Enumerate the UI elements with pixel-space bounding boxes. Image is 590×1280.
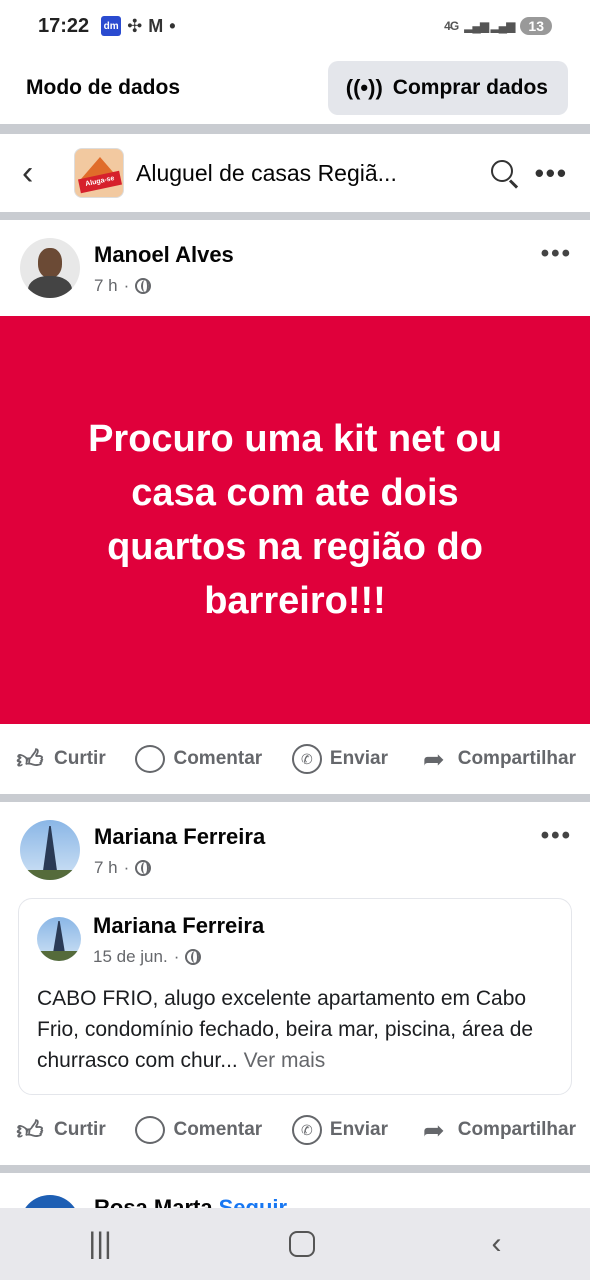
avatar[interactable] [37, 917, 81, 961]
divider [0, 1165, 590, 1173]
whatsapp-icon: ✆ [291, 744, 322, 774]
post-author[interactable]: Manoel Alves [94, 242, 541, 268]
share-arrow-icon: ➦ [422, 743, 445, 774]
share-button[interactable]: ➦ Compartilhar [418, 1115, 576, 1146]
shared-post-meta: Mariana Ferreira 15 de jun. · [93, 913, 264, 967]
post-card: Manoel Alves 7 h · ••• Procuro uma kit n… [0, 220, 590, 794]
group-title[interactable]: Aluguel de casas Regiã... [136, 160, 479, 187]
post-card: Mariana Ferreira 7 h · ••• Mariana Ferre… [0, 802, 590, 1165]
post-options-icon[interactable]: ••• [541, 822, 572, 850]
post-time[interactable]: 7 h [94, 858, 118, 878]
buy-data-button[interactable]: ((•)) Comprar dados [327, 61, 568, 115]
send-label: Enviar [329, 748, 388, 769]
comment-button[interactable]: Comentar [135, 1116, 262, 1144]
post-time-row: 7 h · [94, 858, 541, 878]
shared-post-text: CABO FRIO, alugo excelente apartamento e… [37, 983, 553, 1076]
thumbs-up-icon: 👍︎ [16, 743, 44, 774]
globe-icon [185, 949, 202, 965]
antenna-icon: ((•)) [345, 75, 383, 100]
thumbs-up-icon: 👍︎ [16, 1114, 44, 1145]
search-icon[interactable] [489, 158, 519, 189]
see-more-link[interactable]: Ver mais [244, 1049, 326, 1072]
like-label: Curtir [54, 748, 106, 769]
post-actions: 👍︎ Curtir Comentar ✆ Enviar ➦ Compartilh… [0, 1095, 590, 1165]
send-button[interactable]: ✆ Enviar [291, 1115, 388, 1145]
post-text-card[interactable]: Procuro uma kit net ou casa com ate dois… [0, 316, 590, 724]
post-time[interactable]: 7 h [94, 276, 118, 296]
share-label: Compartilhar [457, 1119, 576, 1140]
comment-icon [135, 1116, 166, 1144]
share-button[interactable]: ➦ Compartilhar [418, 744, 576, 775]
globe-icon [135, 278, 152, 294]
more-options-icon[interactable]: ••• [535, 158, 568, 189]
status-right: 4G ▂▄▆ ▂▄▆ 13 [444, 17, 552, 35]
notification-dot-icon: • [169, 15, 176, 36]
post-author[interactable]: Mariana Ferreira [94, 824, 541, 850]
comment-icon [135, 745, 166, 773]
send-button[interactable]: ✆ Enviar [291, 744, 388, 774]
comment-button[interactable]: Comentar [135, 745, 262, 773]
back-nav-icon[interactable]: ‹ [492, 1227, 502, 1261]
status-bar: 17:22 dm ✣ M • 4G ▂▄▆ ▂▄▆ 13 [0, 0, 590, 52]
like-label: Curtir [54, 1119, 106, 1140]
shared-post-time[interactable]: 15 de jun. [93, 947, 168, 967]
group-logo[interactable]: Aluga-se [74, 148, 124, 198]
like-button[interactable]: 👍︎ Curtir [14, 1114, 106, 1146]
recents-icon[interactable]: ||| [88, 1227, 111, 1261]
battery-level: 13 [520, 17, 552, 35]
globe-icon [135, 860, 152, 876]
pinwheel-icon: ✣ [127, 15, 143, 36]
post-header: Manoel Alves 7 h · ••• [0, 220, 590, 316]
comment-label: Comentar [173, 1119, 263, 1140]
divider [0, 794, 590, 802]
avatar[interactable] [20, 238, 80, 298]
group-header: ‹ Aluga-se Aluguel de casas Regiã... ••• [0, 134, 590, 220]
data-mode-label: Modo de dados [26, 76, 180, 99]
shared-post-time-row: 15 de jun. · [93, 947, 264, 967]
dm-icon: dm [101, 16, 122, 36]
buy-data-label: Comprar dados [392, 76, 548, 99]
post-card-partial: Rosa Marta Seguir [0, 1173, 590, 1213]
signal-icon: ▂▄▆ ▂▄▆ [464, 19, 515, 33]
comment-label: Comentar [173, 748, 263, 769]
data-mode-bar: Modo de dados ((•)) Comprar dados [0, 52, 590, 134]
system-nav-bar: ||| ‹ [0, 1208, 590, 1280]
post-options-icon[interactable]: ••• [541, 240, 572, 268]
notification-icons: dm ✣ M • [101, 15, 176, 37]
whatsapp-icon: ✆ [291, 1115, 322, 1145]
shared-post[interactable]: Mariana Ferreira 15 de jun. · CABO FRIO,… [18, 898, 572, 1095]
post-header: Mariana Ferreira 7 h · ••• [0, 802, 590, 898]
shared-post-header: Mariana Ferreira 15 de jun. · [37, 913, 553, 967]
like-button[interactable]: 👍︎ Curtir [14, 743, 106, 775]
home-icon[interactable] [288, 1231, 315, 1257]
back-icon[interactable]: ‹ [22, 156, 52, 190]
post-meta: Manoel Alves 7 h · [94, 238, 541, 296]
status-time: 17:22 [38, 14, 90, 37]
post-actions: 👍︎ Curtir Comentar ✆ Enviar ➦ Compartilh… [0, 724, 590, 794]
avatar[interactable] [20, 820, 80, 880]
network-label: 4G [444, 19, 459, 33]
share-label: Compartilhar [457, 748, 576, 769]
send-label: Enviar [329, 1119, 388, 1140]
post-meta: Mariana Ferreira 7 h · [94, 820, 541, 878]
group-logo-tag: Aluga-se [78, 170, 122, 194]
shared-post-author[interactable]: Mariana Ferreira [93, 913, 264, 939]
share-arrow-icon: ➦ [422, 1114, 445, 1145]
gmail-icon: M [148, 15, 164, 36]
post-time-row: 7 h · [94, 276, 541, 296]
